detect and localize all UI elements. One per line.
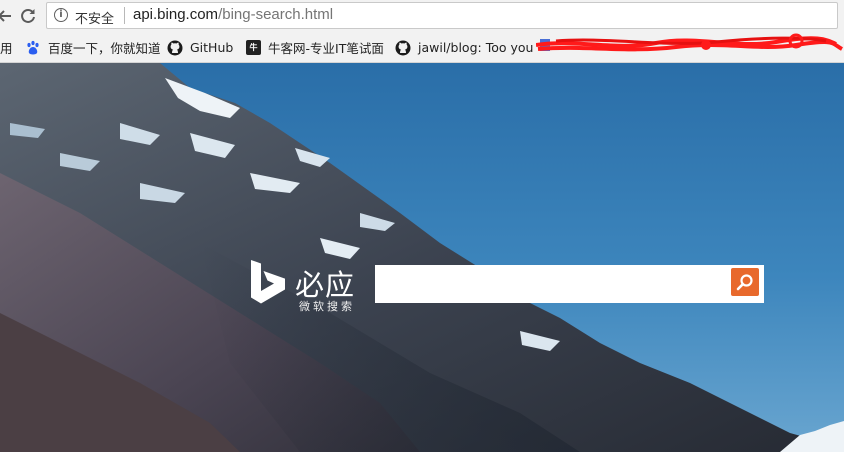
bookmark-github[interactable]: GitHub: [167, 33, 233, 62]
reload-icon[interactable]: [17, 5, 39, 27]
search-box: [375, 265, 764, 303]
mountain-background-image: [0, 63, 844, 452]
bookmark-nowcoder[interactable]: 牛 牛客网-专业IT笔试面: [246, 33, 384, 62]
bing-b-icon: [251, 260, 285, 304]
bookmark-baidu[interactable]: 百度一下，你就知道: [25, 33, 161, 62]
search-icon: [736, 274, 753, 291]
bing-search-page: 必应 微软搜索: [0, 63, 844, 452]
github-icon: [167, 40, 183, 55]
search-input[interactable]: [375, 265, 725, 303]
bookmark-label: jawil/blog: Too you: [418, 40, 534, 55]
bookmark-jawil-blog[interactable]: jawil/blog: Too you: [395, 33, 533, 62]
github-icon: [395, 40, 411, 55]
bing-logo[interactable]: 必应 微软搜索: [249, 260, 361, 316]
address-divider: [124, 7, 125, 24]
bookmark-label: 百度一下，你就知道: [48, 41, 161, 56]
address-bar[interactable]: i 不安全 api.bing.com/bing-search.html: [46, 2, 838, 29]
baidu-paw-icon: [27, 40, 39, 54]
back-arrow-icon[interactable]: [0, 5, 16, 27]
logo-subtext: 微软搜索: [299, 300, 355, 313]
bookmark-label: 用: [0, 41, 13, 56]
search-button[interactable]: [731, 268, 759, 296]
bookmarks-bar: 用 百度一下，你就知道 GitHub 牛 牛客网-专业IT笔试面 jawil/b…: [0, 33, 844, 63]
security-label[interactable]: 不安全: [75, 8, 114, 27]
url-text[interactable]: api.bing.com/bing-search.html: [133, 6, 333, 23]
info-icon[interactable]: i: [54, 8, 68, 22]
redaction-scribble: [536, 33, 844, 52]
url-host: api.bing.com: [133, 6, 219, 23]
bookmark-label: 牛客网-专业IT笔试面: [268, 41, 384, 56]
address-bar-row: i 不安全 api.bing.com/bing-search.html: [0, 0, 844, 33]
url-path: /bing-search.html: [218, 6, 334, 23]
nowcoder-icon: 牛: [246, 40, 261, 55]
bookmark-label: GitHub: [190, 40, 234, 55]
bookmark-apps[interactable]: 用: [0, 33, 13, 62]
